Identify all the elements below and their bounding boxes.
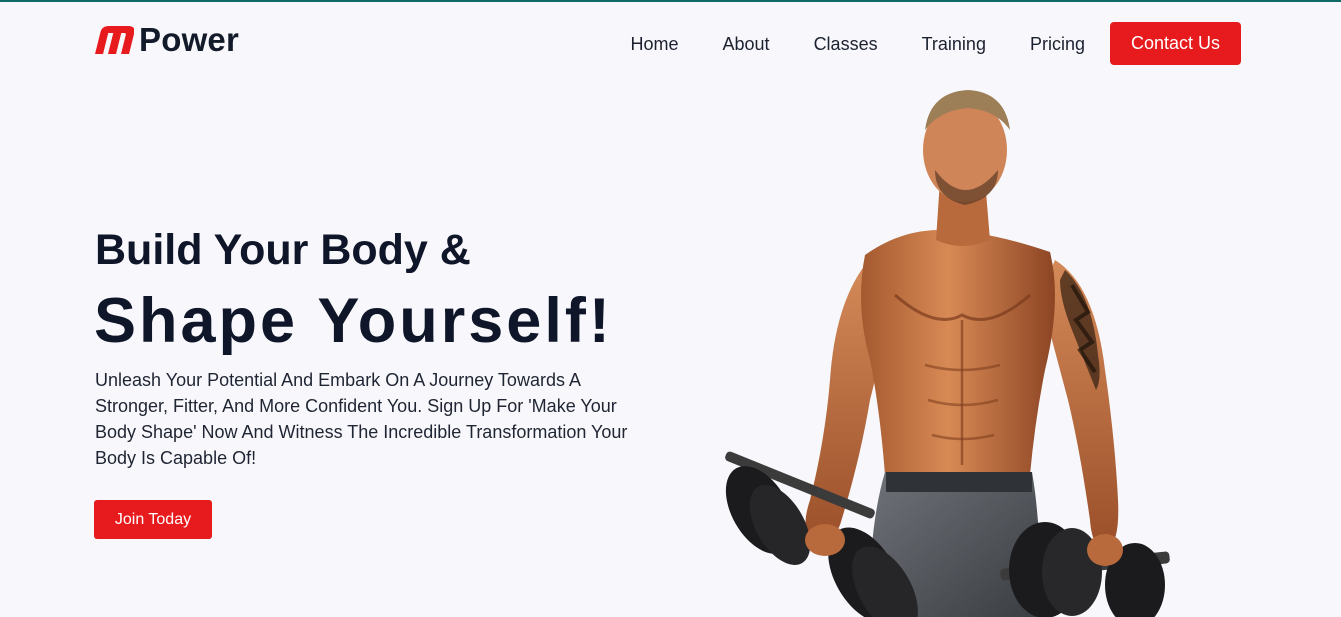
join-today-button[interactable]: Join Today [94,500,212,539]
main-nav: Home About Classes Training Pricing Cont… [631,22,1241,65]
brand-logo[interactable]: Power [94,22,239,56]
hero-athlete-image [725,90,1170,617]
nav-link-classes[interactable]: Classes [814,35,878,53]
nav-link-home[interactable]: Home [631,35,679,53]
hero-description: Unleash Your Potential And Embark On A J… [95,370,628,468]
top-border [0,0,1341,2]
nav-link-pricing[interactable]: Pricing [1030,35,1085,53]
brand-name: Power [139,20,240,58]
hero-title-line2: Shape Yourself! [94,286,613,356]
logo-mark-icon [95,26,134,54]
hero-title-line1: Build Your Body & [95,226,471,274]
nav-link-about[interactable]: About [723,35,770,53]
contact-us-button[interactable]: Contact Us [1110,22,1241,65]
nav-link-training[interactable]: Training [922,35,986,53]
